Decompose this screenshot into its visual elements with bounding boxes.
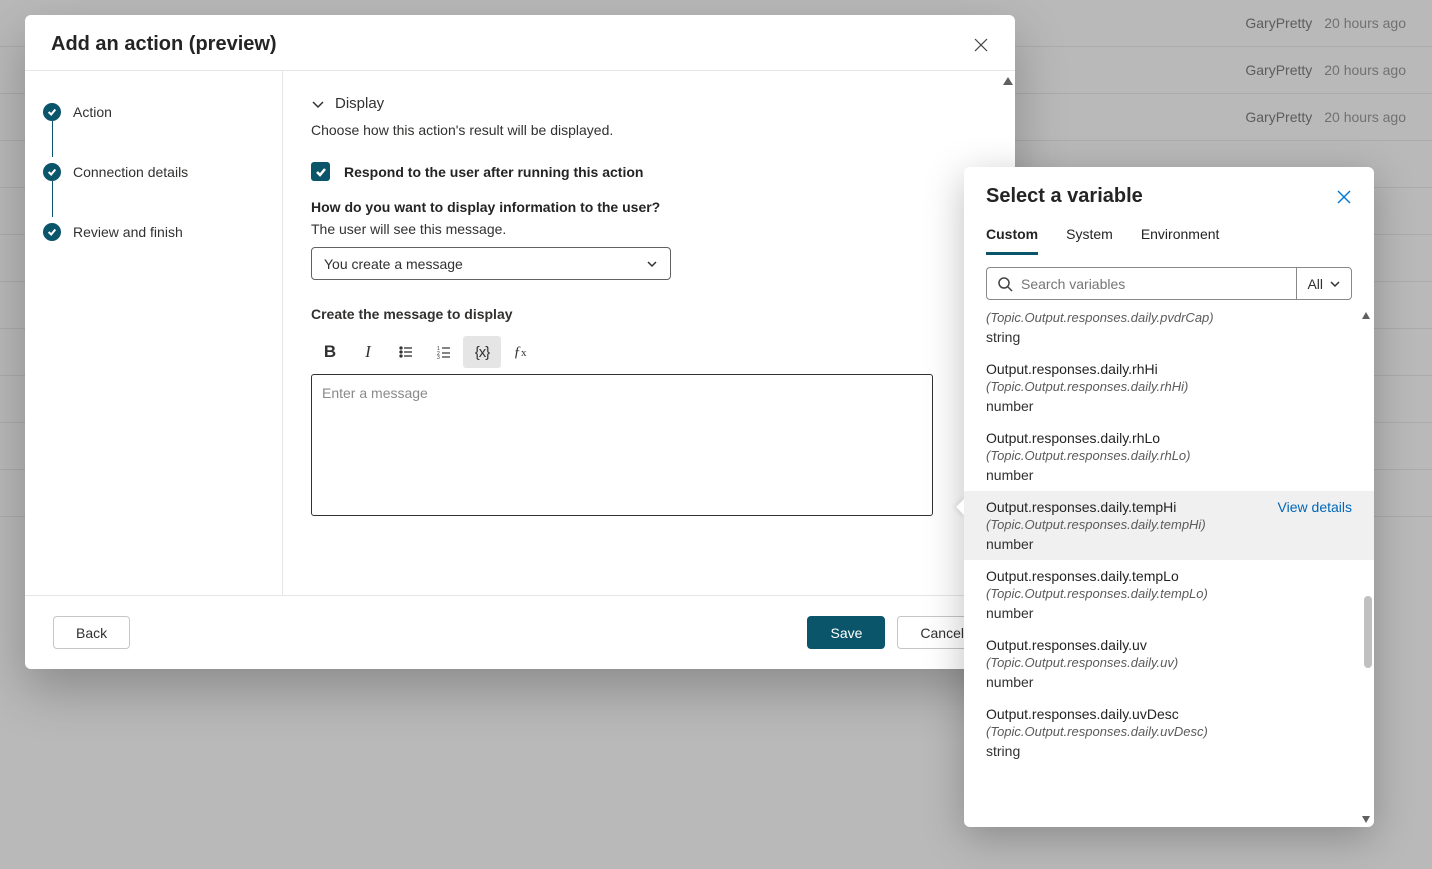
save-button[interactable]: Save <box>807 616 885 649</box>
bold-button[interactable]: B <box>311 336 349 368</box>
editor-toolbar: B I 123 {x} ƒx <box>311 336 961 368</box>
chevron-down-icon <box>646 258 658 270</box>
respond-checkbox[interactable] <box>311 162 330 181</box>
dialog-title: Add an action (preview) <box>51 33 277 56</box>
step-connection-details[interactable]: Connection details <box>43 157 264 187</box>
variable-list-item[interactable]: Output.responses.daily.rhHi (Topic.Outpu… <box>964 353 1374 422</box>
close-icon[interactable] <box>1336 189 1352 205</box>
numbered-list-button[interactable]: 123 <box>425 336 463 368</box>
scroll-up-icon[interactable] <box>1003 77 1013 85</box>
wizard-steps-sidebar: Action Connection details Review and fin… <box>25 71 283 595</box>
message-input[interactable]: Enter a message <box>311 374 933 516</box>
check-icon <box>43 223 61 241</box>
bullet-list-button[interactable] <box>387 336 425 368</box>
create-message-label: Create the message to display <box>311 306 961 322</box>
tab-system[interactable]: System <box>1066 226 1113 255</box>
display-question-subtext: The user will see this message. <box>311 221 961 237</box>
insert-variable-button[interactable]: {x} <box>463 336 501 368</box>
search-icon <box>997 276 1013 292</box>
step-action[interactable]: Action <box>43 97 264 127</box>
variable-list-item[interactable]: Output.responses.daily.tempHi View detai… <box>964 491 1374 560</box>
formula-button[interactable]: ƒx <box>501 336 539 368</box>
variable-list-item[interactable]: Output.responses.daily.uv (Topic.Output.… <box>964 629 1374 698</box>
select-value: You create a message <box>324 256 463 272</box>
respond-checkbox-label: Respond to the user after running this a… <box>344 164 643 180</box>
dialog-main-panel: Display Choose how this action's result … <box>283 71 1015 595</box>
variable-list-item-partial[interactable]: (Topic.Output.responses.daily.pvdrCap) s… <box>964 310 1374 353</box>
close-icon[interactable] <box>973 37 989 53</box>
scroll-down-icon[interactable] <box>1362 816 1370 823</box>
chevron-down-icon <box>1329 278 1341 290</box>
variable-list-item[interactable]: Output.responses.daily.tempLo (Topic.Out… <box>964 560 1374 629</box>
display-question-label: How do you want to display information t… <box>311 199 961 215</box>
select-variable-panel: Select a variable Custom System Environm… <box>964 167 1374 827</box>
dialog-footer: Back Save Cancel <box>25 596 1015 669</box>
italic-button[interactable]: I <box>349 336 387 368</box>
dialog-header: Add an action (preview) <box>25 15 1015 71</box>
tab-custom[interactable]: Custom <box>986 226 1038 255</box>
add-action-dialog: Add an action (preview) Action Connectio… <box>25 15 1015 669</box>
display-section-toggle[interactable]: Display <box>311 95 961 112</box>
check-icon <box>43 163 61 181</box>
variable-list-item[interactable]: Output.responses.daily.rhLo (Topic.Outpu… <box>964 422 1374 491</box>
placeholder-text: Enter a message <box>322 385 428 401</box>
variable-type-filter[interactable]: All <box>1296 267 1352 300</box>
back-button[interactable]: Back <box>53 616 130 649</box>
variable-scope-tabs: Custom System Environment <box>964 226 1374 255</box>
search-field[interactable] <box>1021 276 1286 292</box>
search-input[interactable] <box>986 267 1296 300</box>
view-details-link[interactable]: View details <box>1278 499 1352 515</box>
step-review-finish[interactable]: Review and finish <box>43 217 264 247</box>
tab-environment[interactable]: Environment <box>1141 226 1220 255</box>
display-mode-select[interactable]: You create a message <box>311 247 671 280</box>
check-icon <box>43 103 61 121</box>
scrollbar-thumb[interactable] <box>1364 596 1372 668</box>
chevron-down-icon <box>311 97 325 111</box>
svg-text:3: 3 <box>437 355 440 360</box>
variable-list-item[interactable]: Output.responses.daily.uvDesc (Topic.Out… <box>964 698 1374 767</box>
variable-list[interactable]: (Topic.Output.responses.daily.pvdrCap) s… <box>964 308 1374 827</box>
section-description: Choose how this action's result will be … <box>311 122 961 138</box>
variable-panel-title: Select a variable <box>986 185 1143 208</box>
